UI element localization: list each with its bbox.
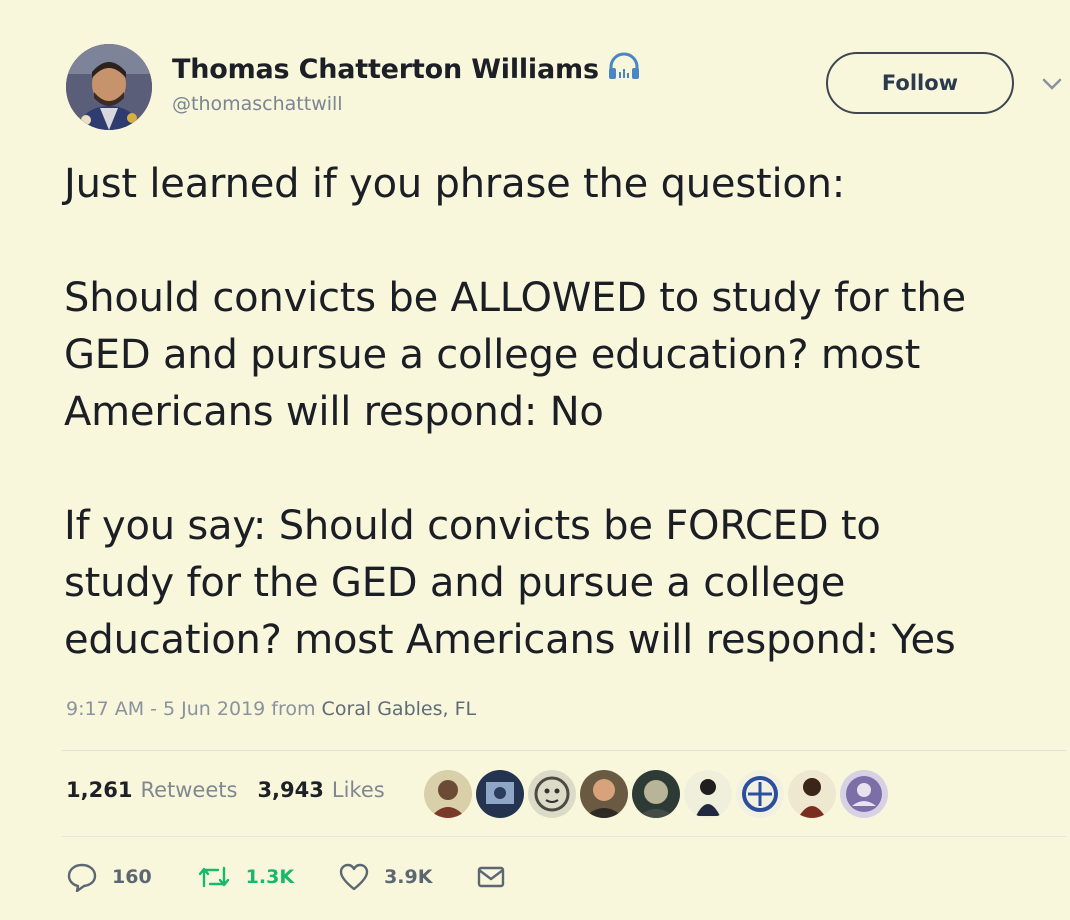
divider	[62, 836, 1066, 837]
like-button[interactable]: 3.9K	[338, 863, 432, 891]
retweet-count: 1.3K	[245, 866, 295, 888]
liker-avatars	[424, 770, 888, 818]
tweet-paragraph: If you say: Should convicts be FORCED to…	[64, 503, 956, 663]
retweets-count[interactable]: 1,261	[66, 778, 132, 802]
reply-button[interactable]: 160	[66, 862, 152, 892]
liker-avatar[interactable]	[580, 770, 628, 818]
liker-avatar[interactable]	[632, 770, 680, 818]
author-name-row: Thomas Chatterton Williams	[172, 52, 641, 86]
liker-avatar[interactable]	[476, 770, 524, 818]
liker-avatar[interactable]	[528, 770, 576, 818]
tweet-timestamp: 9:17 AM - 5 Jun 2019 from Coral Gables, …	[66, 698, 476, 720]
liker-avatar[interactable]	[840, 770, 888, 818]
liker-avatar[interactable]	[684, 770, 732, 818]
envelope-icon	[476, 864, 506, 890]
location-link[interactable]: Coral Gables, FL	[322, 698, 477, 720]
author-avatar[interactable]	[66, 44, 152, 130]
retweet-icon	[196, 864, 232, 890]
retweets-label[interactable]: Retweets	[140, 778, 237, 802]
chevron-down-icon[interactable]	[1040, 74, 1064, 94]
liker-avatar[interactable]	[424, 770, 472, 818]
author-display-name[interactable]: Thomas Chatterton Williams	[172, 54, 599, 85]
follow-button[interactable]: Follow	[826, 52, 1014, 114]
heart-icon	[338, 863, 370, 891]
tweet-paragraph: Should convicts be ALLOWED to study for …	[64, 275, 966, 435]
tweet-paragraph: Just learned if you phrase the question:	[64, 161, 846, 207]
likes-count[interactable]: 3,943	[257, 778, 323, 802]
liker-avatar[interactable]	[788, 770, 836, 818]
tweet-text: Just learned if you phrase the question:…	[64, 156, 1064, 669]
tweet-card: Thomas Chatterton Williams @thomaschattw…	[0, 0, 1070, 920]
reply-count: 160	[112, 866, 152, 888]
likes-label[interactable]: Likes	[332, 778, 385, 802]
timestamp-text[interactable]: 9:17 AM - 5 Jun 2019 from	[66, 698, 316, 720]
divider	[62, 750, 1066, 751]
author-handle[interactable]: @thomaschattwill	[172, 93, 343, 115]
headphones-icon	[607, 52, 641, 86]
like-count: 3.9K	[384, 866, 433, 888]
direct-message-button[interactable]	[476, 864, 506, 890]
liker-avatar[interactable]	[736, 770, 784, 818]
engagement-stats: 1,261 Retweets 3,943 Likes	[66, 778, 397, 802]
reply-icon	[66, 862, 98, 892]
action-bar: 160 1.3K 3.9K	[66, 862, 550, 892]
retweet-button[interactable]: 1.3K	[196, 864, 294, 890]
